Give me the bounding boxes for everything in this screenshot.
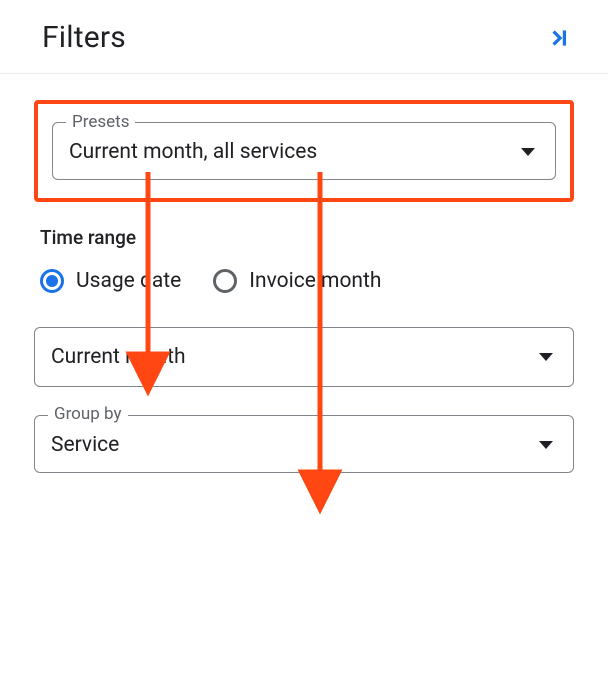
group-by-value: Service bbox=[51, 433, 119, 457]
time-range-label: Time range bbox=[40, 226, 568, 249]
page-title: Filters bbox=[42, 20, 126, 55]
time-period-select[interactable]: Current month bbox=[34, 327, 574, 387]
radio-usage-date[interactable]: Usage date bbox=[40, 269, 181, 293]
radio-selected-icon bbox=[40, 269, 64, 293]
filters-header: Filters bbox=[0, 0, 608, 74]
group-by-field: Group by Service bbox=[34, 415, 574, 473]
radio-invoice-label: Invoice month bbox=[249, 269, 381, 293]
radio-invoice-month[interactable]: Invoice month bbox=[213, 269, 381, 293]
filters-content: Presets Current month, all services Time… bbox=[0, 74, 608, 473]
radio-usage-label: Usage date bbox=[76, 269, 181, 293]
presets-label: Presets bbox=[66, 112, 135, 132]
presets-highlight-annotation: Presets Current month, all services bbox=[34, 100, 574, 202]
presets-value: Current month, all services bbox=[69, 140, 317, 164]
chevron-down-icon bbox=[539, 353, 553, 361]
chevron-down-icon bbox=[539, 441, 553, 449]
time-range-radio-group: Usage date Invoice month bbox=[40, 269, 568, 293]
group-by-label: Group by bbox=[48, 404, 128, 424]
radio-unselected-icon bbox=[213, 269, 237, 293]
collapse-panel-icon[interactable] bbox=[546, 25, 572, 51]
time-period-value: Current month bbox=[51, 345, 186, 369]
chevron-down-icon bbox=[521, 148, 535, 156]
presets-field: Presets Current month, all services bbox=[52, 122, 556, 180]
